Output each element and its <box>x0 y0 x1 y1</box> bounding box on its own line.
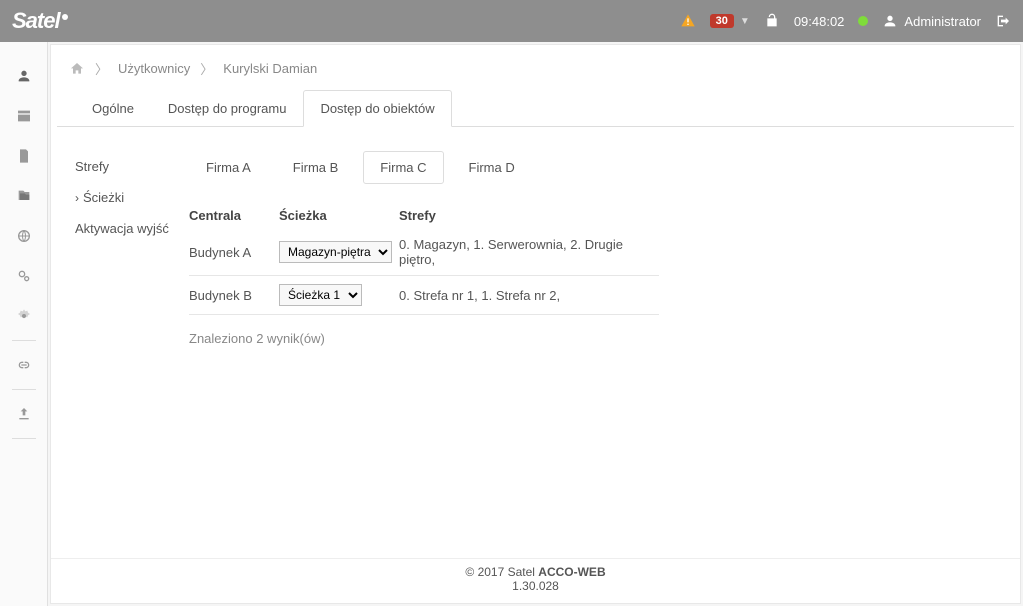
path-select[interactable]: Magazyn-piętra <box>279 241 392 263</box>
breadcrumb: 〉 Użytkownicy 〉 Kurylski Damian <box>51 57 1020 90</box>
user-name: Administrator <box>904 14 981 29</box>
sidebar-item-calendar[interactable] <box>0 96 48 136</box>
sidebar-item-users[interactable] <box>0 56 48 96</box>
tab-object-access[interactable]: Dostęp do obiektów <box>303 90 451 127</box>
user-menu[interactable]: Administrator <box>882 13 981 29</box>
alert-icon[interactable] <box>680 13 696 29</box>
main-tabs: Ogólne Dostęp do programu Dostęp do obie… <box>57 90 1014 127</box>
table-row: Budynek A Magazyn-piętra 0. Magazyn, 1. … <box>189 229 659 276</box>
caret-down-icon: ▼ <box>740 16 750 27</box>
sidebar-item-upload[interactable] <box>0 394 48 434</box>
cell-strefy: 0. Strefa nr 1, 1. Strefa nr 2, <box>399 288 659 303</box>
clock: 09:48:02 <box>794 14 845 29</box>
header-sciezka: Ścieżka <box>279 208 399 223</box>
alert-count: 30 <box>710 14 734 28</box>
company-tab-a[interactable]: Firma A <box>189 151 268 184</box>
sidebar-item-gears[interactable] <box>0 256 48 296</box>
company-tabs: Firma A Firma B Firma C Firma D <box>189 151 659 184</box>
company-tab-d[interactable]: Firma D <box>452 151 532 184</box>
cell-strefy: 0. Magazyn, 1. Serwerownia, 2. Drugie pi… <box>399 237 659 267</box>
sidebar-item-globe[interactable] <box>0 216 48 256</box>
tab-general[interactable]: Ogólne <box>75 90 151 127</box>
subnav-zones[interactable]: Strefy <box>69 151 189 182</box>
chevron-right-icon: › <box>75 191 79 205</box>
breadcrumb-users[interactable]: Użytkownicy <box>118 61 190 76</box>
topbar: Satel 30 ▼ 09:48:02 Administrator <box>0 0 1023 42</box>
main-panel: 〉 Użytkownicy 〉 Kurylski Damian Ogólne D… <box>50 44 1021 604</box>
sidebar-item-settings[interactable] <box>0 296 48 336</box>
unlock-icon[interactable] <box>764 13 780 29</box>
table-header: Centrala Ścieżka Strefy <box>189 202 659 229</box>
status-dot-icon <box>858 16 868 26</box>
chevron-right-icon: 〉 <box>95 59 108 78</box>
breadcrumb-current: Kurylski Damian <box>223 61 317 76</box>
brand-text: Satel <box>12 8 60 34</box>
company-tab-b[interactable]: Firma B <box>276 151 356 184</box>
results-count: Znaleziono 2 wynik(ów) <box>189 315 659 346</box>
path-select[interactable]: Ścieżka 1 <box>279 284 362 306</box>
sidebar-item-files[interactable] <box>0 176 48 216</box>
subnav-paths-label: Ścieżki <box>83 190 124 205</box>
header-centrala: Centrala <box>189 208 279 223</box>
alert-badge[interactable]: 30 ▼ <box>710 14 750 28</box>
subnav-outputs[interactable]: Aktywacja wyjść <box>69 213 189 244</box>
sidebar <box>0 42 48 606</box>
sidebar-item-document[interactable] <box>0 136 48 176</box>
footer: © 2017 Satel ACCO-WEB 1.30.028 <box>51 558 1020 603</box>
header-strefy: Strefy <box>399 208 659 223</box>
brand-logo: Satel <box>12 8 68 34</box>
footer-product: ACCO-WEB <box>538 565 605 579</box>
cell-centrala: Budynek B <box>189 288 279 303</box>
chevron-right-icon: 〉 <box>200 59 213 78</box>
paths-table: Centrala Ścieżka Strefy Budynek A Magazy… <box>189 202 659 346</box>
status-indicator <box>858 16 868 26</box>
company-tab-c[interactable]: Firma C <box>363 151 443 184</box>
home-icon[interactable] <box>69 61 85 77</box>
tab-program-access[interactable]: Dostęp do programu <box>151 90 304 127</box>
table-row: Budynek B Ścieżka 1 0. Strefa nr 1, 1. S… <box>189 276 659 315</box>
clock-text: 09:48:02 <box>794 14 845 29</box>
footer-copy: © 2017 Satel <box>465 565 538 579</box>
sidebar-item-link[interactable] <box>0 345 48 385</box>
subnav-paths[interactable]: › Ścieżki <box>69 182 189 213</box>
left-subnav: Strefy › Ścieżki Aktywacja wyjść <box>69 151 189 346</box>
cell-centrala: Budynek A <box>189 245 279 260</box>
footer-version: 1.30.028 <box>512 579 559 593</box>
logout-icon[interactable] <box>995 13 1011 29</box>
